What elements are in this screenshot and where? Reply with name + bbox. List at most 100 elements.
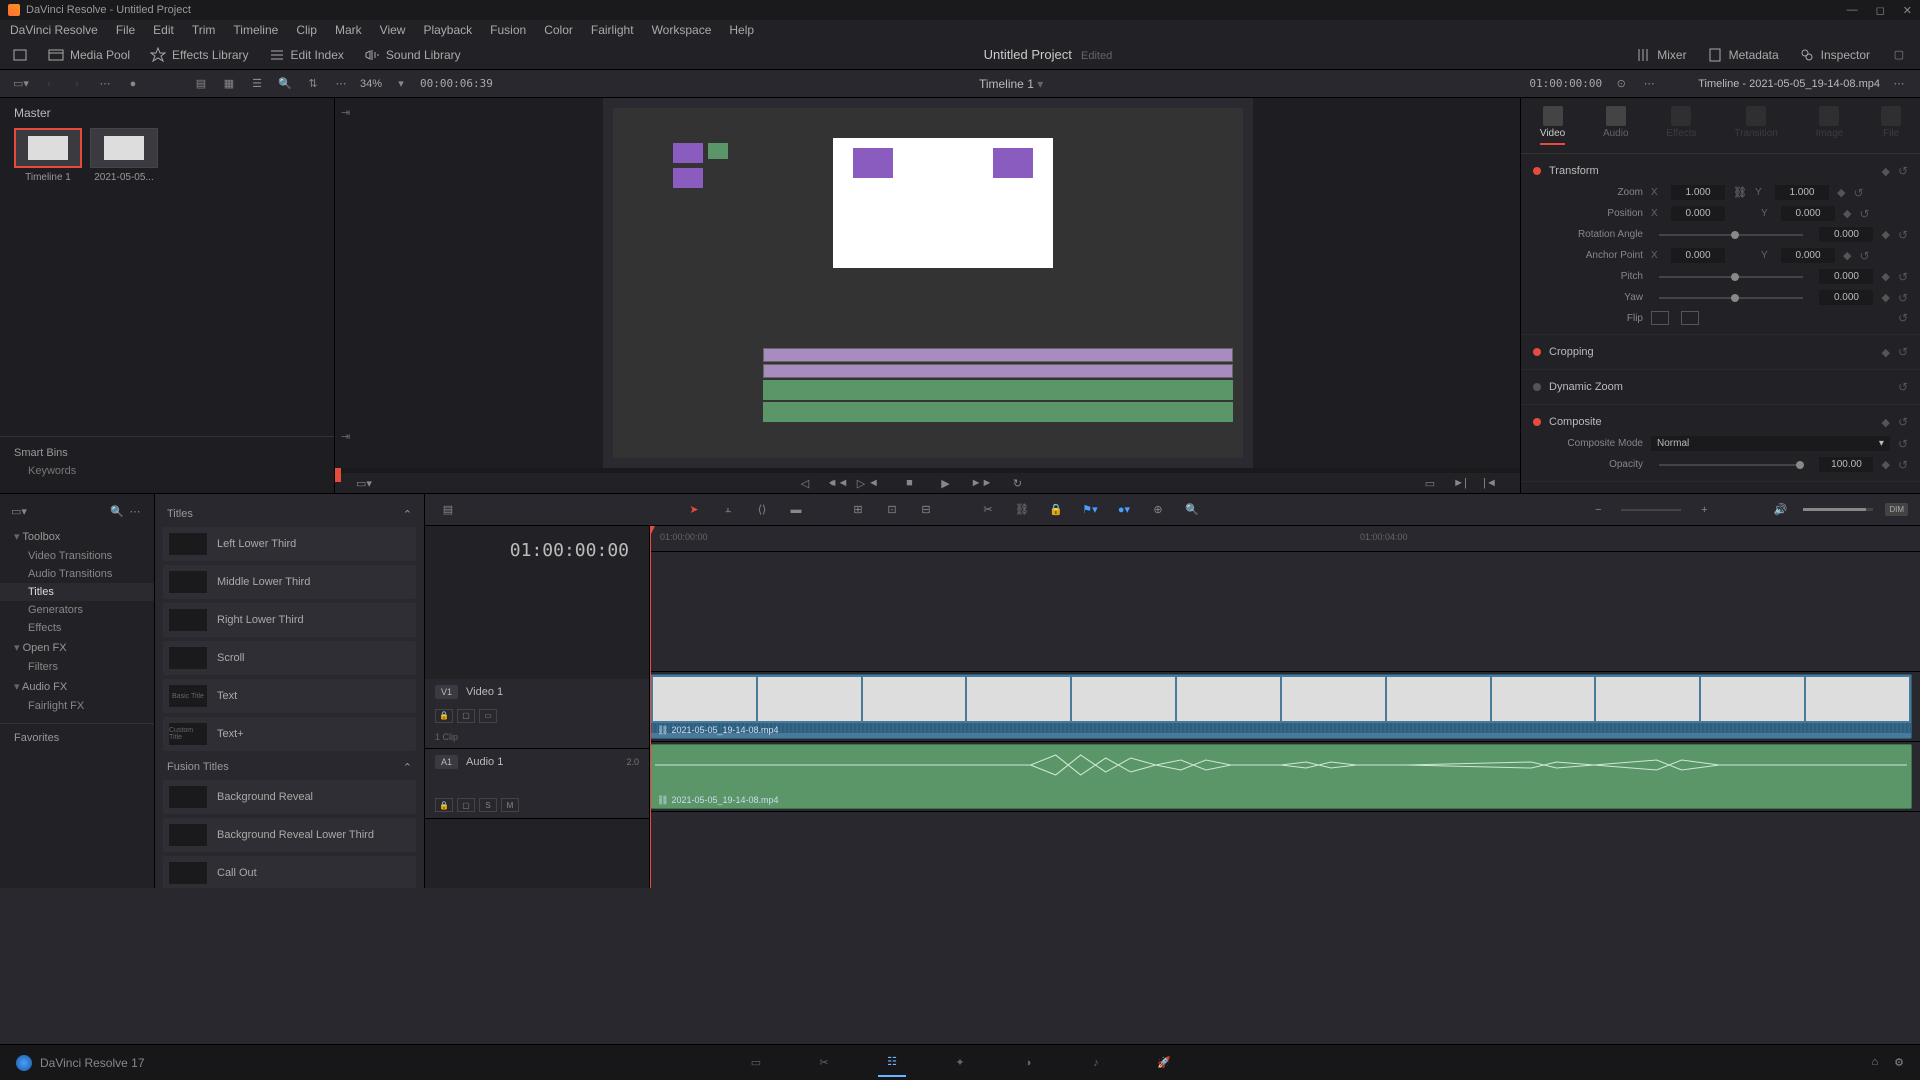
mixer-button[interactable]: Mixer xyxy=(1635,47,1686,63)
expand-inspector-icon[interactable]: ▢ xyxy=(1890,46,1908,64)
zoom-y-field[interactable]: 1.000 xyxy=(1775,185,1829,200)
volume-slider[interactable] xyxy=(1803,508,1873,511)
reset-icon[interactable]: ↺ xyxy=(1898,270,1908,284)
fusion-title-item[interactable]: Background Reveal xyxy=(163,780,416,814)
metadata-button[interactable]: Metadata xyxy=(1707,47,1779,63)
openfx-category[interactable]: Open FX xyxy=(0,637,154,658)
menu-fusion[interactable]: Fusion xyxy=(490,23,526,37)
lock-icon[interactable]: 🔒 xyxy=(1045,499,1067,521)
subcat-titles[interactable]: Titles xyxy=(0,583,154,601)
audio-clip[interactable]: ⛓2021-05-05_19-14-08.mp4 xyxy=(650,744,1912,809)
keyframe-icon[interactable]: ◆ xyxy=(1881,228,1889,241)
video-clip[interactable]: ⛓2021-05-05_19-14-08.mp4 xyxy=(650,674,1912,739)
audiofx-category[interactable]: Audio FX xyxy=(0,676,154,697)
viewer-preview[interactable] xyxy=(603,98,1253,468)
mark-dot-icon[interactable]: ● xyxy=(823,473,843,493)
menu-playback[interactable]: Playback xyxy=(423,23,472,37)
auto-select-icon[interactable]: ▢ xyxy=(457,798,475,812)
fx-view-icon[interactable]: ▭▾ xyxy=(10,502,28,520)
maximize-icon[interactable]: ◻ xyxy=(1876,4,1885,17)
lock-track-icon[interactable]: 🔒 xyxy=(435,798,453,812)
mute-icon[interactable]: M xyxy=(501,798,519,812)
subcat-generators[interactable]: Generators xyxy=(0,601,154,619)
play-icon[interactable]: ▶ xyxy=(936,473,956,493)
dim-badge[interactable]: DIM xyxy=(1885,503,1908,516)
overwrite-icon[interactable]: ⊡ xyxy=(881,499,903,521)
title-item[interactable]: Left Lower Third xyxy=(163,527,416,561)
fusion-title-item[interactable]: Background Reveal Lower Third xyxy=(163,818,416,852)
trim-tool-icon[interactable]: ⫠ xyxy=(717,499,739,521)
pos-x-field[interactable]: 0.000 xyxy=(1671,206,1725,221)
title-item[interactable]: Custom TitleText+ xyxy=(163,717,416,751)
menu-fairlight[interactable]: Fairlight xyxy=(591,23,634,37)
menu-timeline[interactable]: Timeline xyxy=(233,23,278,37)
anchor-x-field[interactable]: 0.000 xyxy=(1671,248,1725,263)
keyframe-icon[interactable]: ◆ xyxy=(1881,291,1889,304)
keywords-bin[interactable]: Keywords xyxy=(14,459,320,483)
collapse-icon[interactable]: ⌃ xyxy=(403,761,412,774)
dynamic-trim-icon[interactable]: ⟨⟩ xyxy=(751,499,773,521)
toolbox-category[interactable]: Toolbox xyxy=(0,526,154,547)
grid-view-icon[interactable]: ▦ xyxy=(220,75,238,93)
keyframe-icon[interactable]: ◆ xyxy=(1843,207,1851,220)
fullscreen-button[interactable] xyxy=(12,47,28,63)
effects-library-button[interactable]: Effects Library xyxy=(150,47,248,63)
cropping-header[interactable]: Cropping xyxy=(1549,346,1594,358)
playhead[interactable] xyxy=(650,526,651,888)
razor-icon[interactable]: ✂ xyxy=(977,499,999,521)
loop-playback-icon[interactable]: ↻ xyxy=(1008,473,1028,493)
title-item[interactable]: Scroll xyxy=(163,641,416,675)
more-icon[interactable]: ⋯ xyxy=(96,75,114,93)
menu-trim[interactable]: Trim xyxy=(192,23,216,37)
reset-icon[interactable]: ↺ xyxy=(1898,291,1908,305)
viewer-scrubber[interactable] xyxy=(335,468,1520,473)
inspector-button[interactable]: Inspector xyxy=(1799,47,1870,63)
insert-icon[interactable]: ⊞ xyxy=(847,499,869,521)
reset-icon[interactable]: ↺ xyxy=(1853,186,1863,200)
zoom-x-field[interactable]: 1.000 xyxy=(1671,185,1725,200)
rotation-slider[interactable] xyxy=(1659,234,1803,236)
collapse-icon[interactable]: ⌃ xyxy=(403,508,412,521)
timeline-title[interactable]: Timeline 1 xyxy=(979,77,1034,91)
fusion-title-item[interactable]: Call Out xyxy=(163,856,416,888)
subcat-fairlight[interactable]: Fairlight FX xyxy=(0,697,154,715)
title-item[interactable]: Middle Lower Third xyxy=(163,565,416,599)
viewer-options-icon[interactable]: ⋯ xyxy=(1640,75,1658,93)
bin-view-icon[interactable]: ▭▾ xyxy=(12,75,30,93)
menu-clip[interactable]: Clip xyxy=(296,23,317,37)
menu-edit[interactable]: Edit xyxy=(153,23,174,37)
audio-track-header[interactable]: A1Audio 12.0 🔒▢SM xyxy=(425,749,649,819)
flip-v-button[interactable] xyxy=(1681,311,1699,325)
deliver-page-icon[interactable]: 🚀 xyxy=(1150,1049,1178,1077)
menu-mark[interactable]: Mark xyxy=(335,23,362,37)
keyframe-icon[interactable]: ◆ xyxy=(1881,165,1889,178)
media-item-timeline[interactable]: Timeline 1 xyxy=(14,128,82,183)
reset-icon[interactable]: ↺ xyxy=(1898,311,1908,325)
home-icon[interactable]: ⌂ xyxy=(1871,1056,1878,1069)
pitch-field[interactable]: 0.000 xyxy=(1819,269,1873,284)
transform-header[interactable]: Transform xyxy=(1549,165,1599,177)
fusion-page-icon[interactable]: ✦ xyxy=(946,1049,974,1077)
subcat-filters[interactable]: Filters xyxy=(0,658,154,676)
tab-audio[interactable]: Audio xyxy=(1603,106,1629,145)
menu-view[interactable]: View xyxy=(380,23,406,37)
media-pool-button[interactable]: Media Pool xyxy=(48,47,130,63)
tab-video[interactable]: Video xyxy=(1540,106,1565,145)
next-clip-icon[interactable]: ►► xyxy=(972,473,992,493)
mark-prev-icon[interactable]: ◁ xyxy=(795,473,815,493)
subcat-effects[interactable]: Effects xyxy=(0,619,154,637)
media-page-icon[interactable]: ▭ xyxy=(742,1049,770,1077)
nav-fwd-icon[interactable]: › xyxy=(68,75,86,93)
tab-transition[interactable]: Transition xyxy=(1734,106,1778,145)
link-icon[interactable]: ⛓ xyxy=(1733,186,1747,199)
menu-file[interactable]: File xyxy=(116,23,135,37)
tab-image[interactable]: Image xyxy=(1816,106,1844,145)
menu-help[interactable]: Help xyxy=(729,23,754,37)
menu-davinci[interactable]: DaVinci Resolve xyxy=(10,23,98,37)
master-bin[interactable]: Master xyxy=(0,98,334,128)
reset-icon[interactable]: ↺ xyxy=(1898,228,1908,242)
edit-index-button[interactable]: Edit Index xyxy=(269,47,344,63)
close-icon[interactable]: ✕ xyxy=(1903,4,1912,17)
zoom-percent[interactable]: 34% xyxy=(360,78,382,90)
mute-icon[interactable]: 🔊 xyxy=(1769,499,1791,521)
